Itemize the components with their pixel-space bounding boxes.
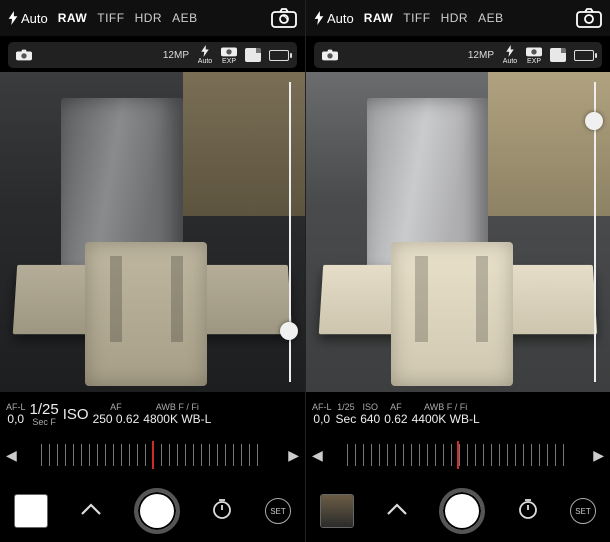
viewfinder[interactable] [306, 72, 610, 392]
exp-sub-label: EXP [527, 58, 541, 65]
storage-icon[interactable] [245, 48, 261, 62]
param-afl[interactable]: AF-L0,0 [312, 403, 332, 426]
toolbar-secondary: 12MP Auto EXP [8, 42, 297, 68]
toolbar-secondary: 12MP Auto EXP [314, 42, 602, 68]
param-wb[interactable]: AWB F / Fi4400K WB-L [412, 403, 480, 426]
dial-ruler[interactable]: ◀ ▶ [0, 440, 305, 470]
param-shutter[interactable]: 1/25Sec [336, 403, 357, 426]
camera-mode-button[interactable] [16, 49, 32, 61]
ruler-ticks[interactable] [41, 444, 264, 466]
arrow-left-icon[interactable]: ◀ [0, 447, 23, 464]
menu-up-button[interactable] [386, 502, 408, 521]
format-tiff[interactable]: TIFF [97, 11, 124, 25]
top-strip: Auto RAW TIFF HDR AEB [0, 0, 305, 36]
self-timer-button[interactable] [517, 498, 539, 525]
flash-setting[interactable]: Auto [197, 45, 213, 65]
format-aeb[interactable]: AEB [172, 11, 198, 25]
chevron-up-icon [386, 502, 408, 516]
format-hdr[interactable]: HDR [441, 11, 469, 25]
exposure-slider-knob[interactable] [280, 322, 298, 340]
bottom-bar: SET [0, 480, 305, 542]
arrow-right-icon[interactable]: ▶ [587, 447, 610, 464]
format-raw[interactable]: RAW [364, 11, 394, 25]
exposure-slider-knob[interactable] [585, 112, 603, 130]
camera-mode-button[interactable] [322, 49, 338, 61]
param-iso[interactable]: ISO640 [360, 403, 380, 426]
param-iso[interactable]: ISO [63, 407, 89, 424]
viewfinder[interactable] [0, 72, 305, 392]
timer-icon [517, 498, 539, 520]
flash-sub-label: Auto [503, 58, 517, 65]
photo-preview [306, 72, 610, 392]
settings-strip: AF-L0,0 1/25Sec ISO640 AF0.62 AWB F / Fi… [306, 395, 610, 435]
camera-icon [322, 49, 338, 61]
top-strip: Auto RAW TIFF HDR AEB [306, 0, 610, 36]
ruler-ticks[interactable] [347, 444, 569, 466]
gallery-thumbnail[interactable] [14, 494, 48, 528]
camera-small-icon [526, 45, 542, 57]
panel-left: Auto RAW TIFF HDR AEB 12MP Auto EXP [0, 0, 305, 542]
flash-small-icon [197, 45, 213, 57]
param-af[interactable]: AF0.62 [384, 403, 407, 426]
timer-icon [211, 498, 233, 520]
panel-right: Auto RAW TIFF HDR AEB 12MP Auto EXP [305, 0, 610, 542]
param-af[interactable]: AF250 0.62 [93, 403, 140, 426]
flash-mode[interactable]: Auto [314, 11, 354, 26]
battery-icon [269, 50, 289, 61]
camera-small-icon [221, 45, 237, 57]
shutter-button[interactable] [439, 488, 485, 534]
param-afl[interactable]: AF-L0,0 [6, 403, 26, 426]
switch-camera-button[interactable] [271, 8, 297, 28]
camera-icon [16, 49, 32, 61]
format-tiff[interactable]: TIFF [403, 11, 430, 25]
exposure-setting[interactable]: EXP [221, 45, 237, 65]
format-aeb[interactable]: AEB [478, 11, 504, 25]
menu-up-button[interactable] [80, 502, 102, 521]
settings-button-label: SET [575, 507, 591, 516]
photo-preview [0, 72, 305, 392]
self-timer-button[interactable] [211, 498, 233, 525]
switch-camera-icon [271, 8, 297, 28]
format-hdr[interactable]: HDR [135, 11, 163, 25]
dial-ruler[interactable]: ◀ ▶ [306, 440, 610, 470]
chevron-up-icon [80, 502, 102, 516]
resolution-label[interactable]: 12MP [468, 50, 494, 61]
settings-button-label: SET [270, 507, 286, 516]
settings-button[interactable]: SET [265, 498, 291, 524]
flash-small-icon [502, 45, 518, 57]
flash-mode-label: Auto [21, 11, 48, 26]
arrow-right-icon[interactable]: ▶ [282, 447, 305, 464]
shutter-button[interactable] [134, 488, 180, 534]
switch-camera-icon [576, 8, 602, 28]
switch-camera-button[interactable] [576, 8, 602, 28]
param-wb[interactable]: AWB F / Fi4800K WB-L [143, 403, 211, 426]
flash-icon [314, 11, 324, 25]
flash-icon [8, 11, 18, 25]
flash-mode-label: Auto [327, 11, 354, 26]
gallery-thumbnail[interactable] [320, 494, 354, 528]
flash-sub-label: Auto [198, 58, 212, 65]
exposure-setting[interactable]: EXP [526, 45, 542, 65]
settings-strip: AF-L0,0 1/25Sec F ISO AF250 0.62 AWB F /… [0, 395, 305, 435]
settings-button[interactable]: SET [570, 498, 596, 524]
flash-setting[interactable]: Auto [502, 45, 518, 65]
bottom-bar: SET [306, 480, 610, 542]
flash-mode[interactable]: Auto [8, 11, 48, 26]
exp-sub-label: EXP [222, 58, 236, 65]
storage-icon[interactable] [550, 48, 566, 62]
param-shutter[interactable]: 1/25Sec F [30, 402, 59, 428]
resolution-label[interactable]: 12MP [163, 50, 189, 61]
format-raw[interactable]: RAW [58, 11, 88, 25]
battery-icon [574, 50, 594, 61]
arrow-left-icon[interactable]: ◀ [306, 447, 329, 464]
